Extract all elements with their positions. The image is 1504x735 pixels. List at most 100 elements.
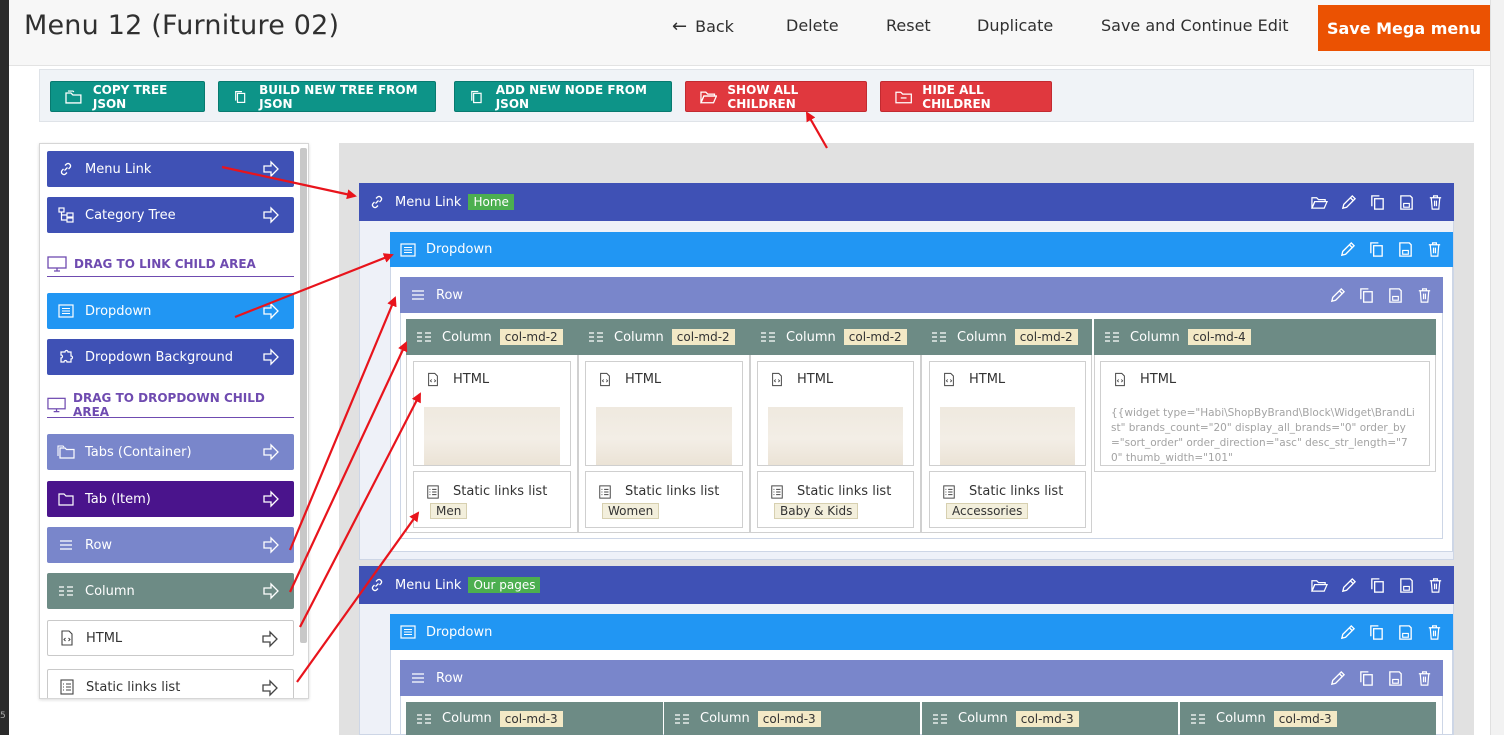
- palette-column-label: Column: [85, 583, 135, 599]
- html-node[interactable]: HTML: [929, 361, 1086, 466]
- static-links-node[interactable]: Static links list Men: [413, 471, 571, 528]
- pencil-icon[interactable]: [1329, 287, 1346, 304]
- save-icon[interactable]: [1397, 241, 1414, 258]
- palette-column[interactable]: Column: [47, 573, 294, 609]
- file-code-icon: [772, 372, 782, 387]
- column-label: Column: [614, 329, 664, 345]
- dropdown-bar[interactable]: Dropdown: [390, 232, 1453, 267]
- html-node[interactable]: HTML: [757, 361, 914, 466]
- row-bar[interactable]: Row: [400, 660, 1443, 696]
- page-scrollbar[interactable]: [1490, 0, 1504, 735]
- node-actions: [1339, 614, 1443, 650]
- palette-tabs-container[interactable]: Tabs (Container): [47, 434, 294, 470]
- trash-icon[interactable]: [1427, 577, 1444, 594]
- column-bar[interactable]: Column col-md-2: [921, 319, 1092, 355]
- palette-html[interactable]: HTML: [47, 620, 294, 656]
- static-links-node[interactable]: Static links list Accessories: [929, 471, 1086, 528]
- show-all-children-button[interactable]: SHOW ALL CHILDREN: [685, 81, 867, 112]
- html-node[interactable]: HTML: [585, 361, 743, 466]
- save-icon[interactable]: [1387, 670, 1404, 687]
- row-bar[interactable]: Row: [400, 277, 1443, 313]
- link-icon: [371, 195, 383, 209]
- static-links-label: Static links list: [797, 484, 892, 499]
- folders-icon: [57, 445, 75, 459]
- palette-category-tree-label: Category Tree: [85, 207, 176, 223]
- column-bar[interactable]: Column col-md-2: [406, 319, 578, 355]
- folder-open-icon[interactable]: [1311, 194, 1328, 211]
- save-icon[interactable]: [1387, 287, 1404, 304]
- row-label: Row: [436, 287, 464, 303]
- pencil-icon[interactable]: [1339, 624, 1356, 641]
- trash-icon[interactable]: [1427, 194, 1444, 211]
- menu-link-bar[interactable]: Menu Link Home: [359, 183, 1454, 221]
- pencil-icon[interactable]: [1329, 670, 1346, 687]
- columns-icon: [417, 332, 431, 342]
- columns-icon: [1105, 332, 1119, 342]
- list-alt-icon: [400, 242, 416, 257]
- pencil-icon[interactable]: [1340, 577, 1357, 594]
- html-node[interactable]: HTML {{widget type="Habi\ShopByBrand\Blo…: [1100, 361, 1430, 466]
- file-code-icon: [428, 372, 438, 387]
- copy-icon[interactable]: [1369, 577, 1386, 594]
- dropdown-label: Dropdown: [426, 242, 493, 257]
- palette-heading-dropdown-area: DRAG TO DROPDOWN CHILD AREA: [47, 391, 294, 419]
- folder-open-icon: [700, 91, 718, 103]
- palette-category-tree[interactable]: Category Tree: [47, 197, 294, 233]
- folder-open-icon[interactable]: [1311, 577, 1328, 594]
- palette-row[interactable]: Row: [47, 527, 294, 563]
- palette-dropdown-background[interactable]: Dropdown Background: [47, 339, 294, 375]
- pencil-icon[interactable]: [1339, 241, 1356, 258]
- column-bar[interactable]: Column col-md-3: [406, 702, 663, 735]
- column-bar[interactable]: Column col-md-4: [1094, 319, 1436, 355]
- trash-icon[interactable]: [1416, 670, 1433, 687]
- column-bar[interactable]: Column col-md-2: [578, 319, 750, 355]
- static-links-node[interactable]: Static links list Baby & Kids: [757, 471, 914, 528]
- palette-heading-link-area: DRAG TO LINK CHILD AREA: [47, 251, 294, 277]
- column-label: Column: [700, 711, 750, 726]
- build-tree-json-button[interactable]: BUILD NEW TREE FROM JSON: [218, 81, 436, 112]
- file-code-icon: [600, 372, 610, 387]
- delete-button[interactable]: Delete: [786, 16, 839, 35]
- column-bar[interactable]: Column col-md-2: [750, 319, 921, 355]
- copy-tree-json-button[interactable]: COPY TREE JSON: [50, 81, 205, 112]
- list-icon: [60, 679, 74, 695]
- drag-arrow-icon: [263, 490, 279, 508]
- hide-all-children-button[interactable]: HIDE ALL CHILDREN: [880, 81, 1052, 112]
- pencil-icon[interactable]: [1340, 194, 1357, 211]
- column-bar[interactable]: Column col-md-3: [922, 702, 1178, 735]
- palette-menu-link[interactable]: Menu Link: [47, 151, 294, 187]
- copy-icon[interactable]: [1368, 624, 1385, 641]
- trash-icon[interactable]: [1426, 624, 1443, 641]
- palette-scrollbar[interactable]: [300, 148, 307, 643]
- column-bar[interactable]: Column col-md-3: [1180, 702, 1436, 735]
- column-bar[interactable]: Column col-md-3: [664, 702, 920, 735]
- copy-icon[interactable]: [1369, 194, 1386, 211]
- html-node[interactable]: HTML: [413, 361, 571, 466]
- copy-icon[interactable]: [1358, 287, 1375, 304]
- trash-icon[interactable]: [1426, 241, 1443, 258]
- duplicate-button[interactable]: Duplicate: [977, 16, 1053, 35]
- static-links-node[interactable]: Static links list Women: [585, 471, 743, 528]
- copy-icon[interactable]: [1358, 670, 1375, 687]
- node-actions: [1311, 566, 1444, 604]
- reset-button[interactable]: Reset: [886, 16, 931, 35]
- column-label: Column: [957, 329, 1007, 345]
- folder-icon: [58, 493, 74, 506]
- column-width-tag: col-md-2: [499, 329, 563, 345]
- add-node-json-button[interactable]: ADD NEW NODE FROM JSON: [454, 81, 672, 112]
- node-actions: [1329, 277, 1433, 313]
- trash-icon[interactable]: [1416, 287, 1433, 304]
- save-icon[interactable]: [1398, 577, 1415, 594]
- back-button[interactable]: ← Back: [672, 16, 734, 37]
- save-mega-menu-button[interactable]: Save Mega menu: [1318, 5, 1490, 51]
- copy-icon: [471, 90, 482, 103]
- palette-dropdown[interactable]: Dropdown: [47, 293, 294, 329]
- menu-link-bar[interactable]: Menu Link Our pages: [359, 566, 1454, 604]
- dropdown-bar[interactable]: Dropdown: [390, 614, 1453, 650]
- palette-static-links[interactable]: Static links list: [47, 669, 294, 698]
- save-continue-button[interactable]: Save and Continue Edit: [1101, 16, 1289, 35]
- save-icon[interactable]: [1397, 624, 1414, 641]
- palette-tab-item[interactable]: Tab (Item): [47, 481, 294, 517]
- copy-icon[interactable]: [1368, 241, 1385, 258]
- save-icon[interactable]: [1398, 194, 1415, 211]
